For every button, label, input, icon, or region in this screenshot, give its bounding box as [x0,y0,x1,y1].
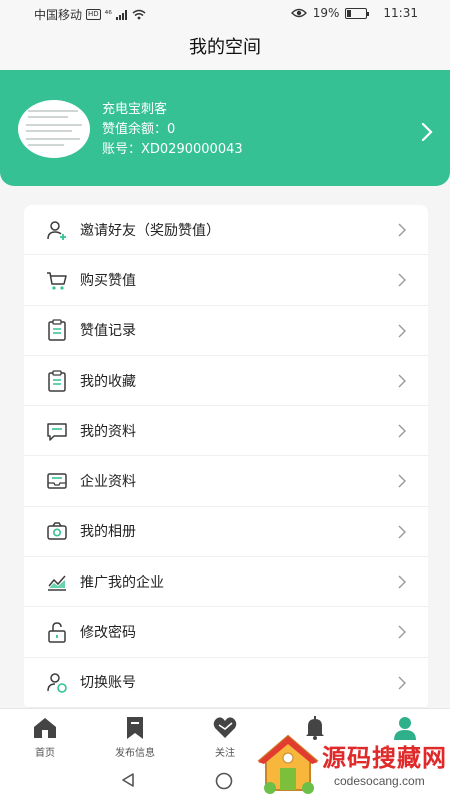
menu-item-label: 我的收藏 [80,373,136,390]
menu-item-label: 修改密码 [80,625,136,642]
avatar[interactable] [18,100,90,158]
menu-item-label: 我的相册 [80,524,136,541]
status-bar: 中国移动 HD ⁴⁶ 19% 11:31 [0,0,450,26]
signal-icon [115,9,127,20]
battery-percent: 19% [312,6,340,20]
battery-icon [345,7,370,19]
profile-info: 充电宝刺客 赞值余额：0 账号：XD0290000043 [102,100,243,160]
watermark-text: 源码搜藏网 [322,744,447,772]
menu-item[interactable]: 我的相册 [24,507,428,558]
menu-item-label: 赞值记录 [80,323,136,340]
nav-item[interactable]: 发布信息 [90,709,180,760]
add-user-icon [47,220,66,240]
hd-badge: HD [86,9,101,20]
profile-balance: 赞值余额：0 [102,122,176,137]
camera-icon [47,522,67,541]
chevron-right-icon [398,625,406,639]
unlock-icon [48,622,66,643]
menu-item-label: 切换账号 [80,675,136,692]
menu-item-label: 推广我的企业 [80,574,164,591]
cart-icon [47,272,67,290]
status-right: 19% 11:31 [290,6,418,20]
chevron-right-icon[interactable] [420,122,434,142]
clipboard-icon [48,319,66,341]
menu-item[interactable]: 邀请好友（奖励赞值） [24,205,428,256]
heart-icon [213,717,237,738]
menu-item-label: 企业资料 [80,474,136,491]
menu-item-label: 我的资料 [80,423,136,440]
watermark: 源码搜藏网 codesocang.com [256,730,450,800]
page-title: 我的空间 [189,37,261,58]
chevron-right-icon [398,474,406,488]
chevron-right-icon [398,424,406,438]
menu-item[interactable]: 购买赞值 [24,255,428,306]
back-icon[interactable] [120,772,136,788]
wifi-icon [132,9,146,20]
chevron-right-icon [398,324,406,338]
bookmark-icon [127,717,143,739]
chevron-right-icon [398,676,406,690]
profile-card[interactable]: 充电宝刺客 赞值余额：0 账号：XD0290000043 [0,70,450,186]
status-left: 中国移动 HD ⁴⁶ [34,6,146,23]
chart-icon [48,575,66,591]
home-icon [34,718,56,738]
message-icon [47,423,67,441]
profile-account: 账号：XD0290000043 [102,142,243,157]
chevron-right-icon [398,525,406,539]
eye-icon [290,8,307,18]
nav-item-label: 发布信息 [115,748,155,759]
profile-name: 充电宝刺客 [102,102,168,117]
menu-list: 邀请好友（奖励赞值） 购买赞值赞值记录我的收藏我的资料企业资料我的相册推广我的企业… [24,205,428,710]
network-type: ⁴⁶ [104,9,112,20]
home-circle-icon[interactable] [215,772,233,790]
clipboard-icon [48,369,66,392]
nav-item-label: 关注 [215,748,235,759]
clock: 11:31 [383,6,418,20]
menu-item[interactable]: 切换账号 [24,658,428,708]
chevron-right-icon [398,223,406,237]
nav-item-label: 首页 [35,748,55,759]
switch-user-icon [47,673,67,694]
menu-item-label: 购买赞值 [80,272,136,289]
chevron-right-icon [398,374,406,388]
chevron-right-icon [398,575,406,589]
chevron-right-icon [398,273,406,287]
menu-item[interactable]: 推广我的企业 [24,557,428,608]
envelope-icon [47,473,67,489]
menu-item[interactable]: 修改密码 [24,607,428,658]
watermark-url: codesocang.com [334,774,425,788]
title-bar: 我的空间 [0,26,450,70]
carrier-label: 中国移动 [34,8,83,22]
menu-item-label: 邀请好友（奖励赞值） [80,222,220,239]
menu-item[interactable]: 我的收藏 [24,356,428,407]
house-logo-icon [257,734,319,794]
menu-item[interactable]: 赞值记录 [24,306,428,356]
menu-item[interactable]: 企业资料 [24,456,428,507]
menu-item[interactable]: 我的资料 [24,406,428,457]
nav-item[interactable]: 首页 [0,709,90,760]
